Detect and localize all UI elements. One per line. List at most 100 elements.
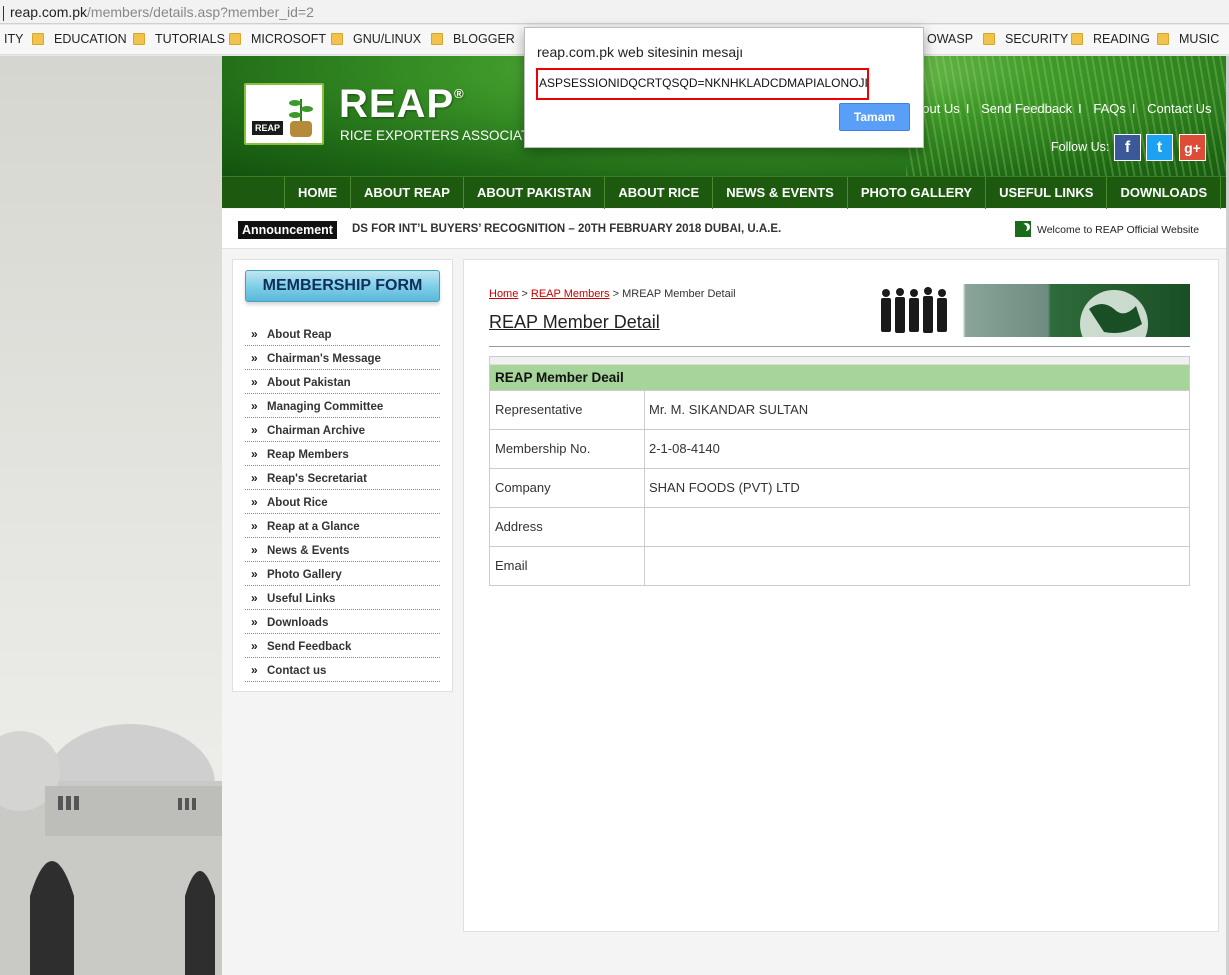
sidebar-item-downloads[interactable]: » Downloads	[245, 610, 440, 634]
nav-home[interactable]: HOME	[285, 177, 351, 209]
folder-icon	[1071, 33, 1083, 45]
announcement-label: Announcement	[238, 221, 337, 239]
row-value: Mr. M. SIKANDAR SULTAN	[649, 402, 809, 417]
business-people-image	[881, 287, 1148, 358]
table-row: Representative Mr. M. SIKANDAR SULTAN	[490, 390, 1189, 429]
address-path: /members/details.asp?member_id=2	[87, 4, 314, 20]
bookmark-education[interactable]: EDUCATION	[32, 32, 127, 46]
double-chevron-icon: »	[251, 567, 258, 581]
double-chevron-icon: »	[251, 543, 258, 557]
double-chevron-icon: »	[251, 615, 258, 629]
sidebar: MEMBERSHIP FORM » About Reap » Chairman's …	[232, 259, 453, 692]
alert-dialog: reap.com.pk web sitesinin mesajı ASPSESS…	[524, 27, 924, 148]
page-background	[0, 56, 222, 975]
double-chevron-icon: »	[251, 447, 258, 461]
follow-us-label: Follow Us:	[1051, 140, 1110, 154]
double-chevron-icon: »	[251, 639, 258, 653]
double-chevron-icon: »	[251, 375, 258, 389]
sidebar-item-send-feedback[interactable]: » Send Feedback	[245, 634, 440, 658]
table-row: Email	[490, 546, 1189, 585]
table-header: REAP Member Deail	[490, 365, 1189, 390]
sidebar-item-reap-at-a-glance[interactable]: » Reap at a Glance	[245, 514, 440, 538]
membership-form-button[interactable]: MEMBERSHIP FORM	[245, 270, 440, 302]
breadcrumb: Home > REAP Members > MREAP Member Detai…	[489, 288, 736, 300]
google-plus-icon[interactable]: g+	[1179, 134, 1206, 161]
sidebar-item-reaps-secretariat[interactable]: » Reap's Secretariat	[245, 466, 440, 490]
divider	[489, 346, 1190, 347]
address-host: reap.com.pk	[10, 4, 88, 20]
double-chevron-icon: »	[251, 495, 258, 509]
main-content: Home > REAP Members > MREAP Member Detai…	[463, 259, 1219, 932]
nav-useful-links[interactable]: USEFUL LINKS	[986, 177, 1108, 209]
logo-tag: REAP	[252, 121, 284, 135]
breadcrumb-home[interactable]: Home	[489, 288, 518, 300]
sidebar-item-news-events[interactable]: » News & Events	[245, 538, 440, 562]
table-row: Membership No. 2-1-08-4140	[490, 429, 1189, 468]
sidebar-item-about-rice[interactable]: » About Rice	[245, 490, 440, 514]
sidebar-item-about-pakistan[interactable]: » About Pakistan	[245, 370, 440, 394]
sidebar-item-reap-members[interactable]: » Reap Members	[245, 442, 440, 466]
breadcrumb-current: MREAP Member Detail	[622, 288, 736, 300]
reap-logo[interactable]: REAP	[244, 83, 324, 145]
row-label: Company	[490, 469, 645, 507]
top-links: bout Us I Send Feedback I FAQs I Contact Us	[915, 101, 1212, 116]
row-value: SHAN FOODS (PVT) LTD	[649, 480, 800, 495]
sidebar-item-photo-gallery[interactable]: » Photo Gallery	[245, 562, 440, 586]
sidebar-menu: » About Reap » Chairman's Message » About P…	[245, 322, 440, 682]
double-chevron-icon: »	[251, 399, 258, 413]
bookmark-music[interactable]: MUSIC	[1157, 32, 1219, 46]
address-bar[interactable]: reap.com.pk/members/details.asp?member_i…	[0, 0, 1229, 24]
twitter-icon[interactable]: t	[1146, 134, 1173, 161]
bookmark-microsoft[interactable]: MICROSOFT	[229, 32, 326, 46]
sidebar-item-managing-committee[interactable]: » Managing Committee	[245, 394, 440, 418]
double-chevron-icon: »	[251, 471, 258, 485]
double-chevron-icon: »	[251, 423, 258, 437]
sidebar-item-useful-links[interactable]: » Useful Links	[245, 586, 440, 610]
top-link-contact-us[interactable]: Contact Us	[1147, 101, 1211, 116]
double-chevron-icon: »	[251, 591, 258, 605]
nav-photo-gallery[interactable]: PHOTO GALLERY	[848, 177, 987, 209]
sidebar-item-chairmans-message[interactable]: » Chairman's Message	[245, 346, 440, 370]
bookmark-reading[interactable]: READING	[1071, 32, 1150, 46]
row-label: Email	[490, 547, 645, 585]
logo-subtitle: RICE EXPORTERS ASSOCIATION	[340, 128, 554, 143]
bookmark-blogger[interactable]: BLOGGER	[431, 32, 515, 46]
row-label: Membership No.	[490, 430, 645, 468]
announcement-bar: Announcement DS FOR INT’L BUYERS’ RECOGN…	[222, 209, 1226, 249]
announcement-ticker[interactable]: DS FOR INT’L BUYERS’ RECOGNITION – 20TH …	[352, 223, 781, 235]
bookmark-item[interactable]: ITY	[4, 32, 23, 46]
folder-icon	[1157, 33, 1169, 45]
row-value	[645, 547, 649, 585]
bookmark-security[interactable]: SECURITY	[983, 32, 1068, 46]
row-value: 2-1-08-4140	[649, 441, 720, 456]
folder-icon	[331, 33, 343, 45]
row-value	[645, 508, 649, 546]
nav-downloads[interactable]: DOWNLOADS	[1107, 177, 1222, 209]
bookmark-tutorials[interactable]: TUTORIALS	[133, 32, 225, 46]
dialog-ok-button[interactable]: Tamam	[839, 103, 910, 131]
sidebar-item-contact-us[interactable]: » Contact us	[245, 658, 440, 682]
nav-about-reap[interactable]: ABOUT REAP	[351, 177, 464, 209]
nav-news-events[interactable]: NEWS & EVENTS	[713, 177, 848, 209]
welcome-text: Welcome to REAP Official Website	[1037, 224, 1200, 236]
breadcrumb-reap-members[interactable]: REAP Members	[531, 288, 610, 300]
site-container: REAP REAP® RICE EXPORTERS ASSOCIATION bo…	[222, 56, 1226, 975]
facebook-icon[interactable]: f	[1114, 134, 1141, 161]
double-chevron-icon: »	[251, 327, 258, 341]
dialog-message: ASPSESSIONIDQCRTQSQD=NKNHKLADCDMAPIALONO…	[536, 68, 869, 100]
table-row: Company SHAN FOODS (PVT) LTD	[490, 468, 1189, 507]
nav-about-rice[interactable]: ABOUT RICE	[605, 177, 714, 209]
sidebar-item-chairman-archive[interactable]: » Chairman Archive	[245, 418, 440, 442]
main-nav: HOME ABOUT REAP ABOUT PAKISTAN ABOUT RIC…	[222, 176, 1226, 209]
header-decoration	[906, 56, 1226, 176]
top-link-send-feedback[interactable]: Send Feedback	[981, 101, 1072, 116]
row-label: Address	[490, 508, 645, 546]
top-link-faqs[interactable]: FAQs	[1093, 101, 1126, 116]
bookmark-gnu-linux[interactable]: GNU/LINUX	[331, 32, 421, 46]
rice-plant-icon	[289, 99, 313, 137]
sidebar-item-about-reap[interactable]: » About Reap	[245, 322, 440, 346]
dialog-title: reap.com.pk web sitesinin mesajı	[537, 44, 744, 60]
table-row: Address	[490, 507, 1189, 546]
nav-about-pakistan[interactable]: ABOUT PAKISTAN	[464, 177, 606, 209]
double-chevron-icon: »	[251, 519, 258, 533]
